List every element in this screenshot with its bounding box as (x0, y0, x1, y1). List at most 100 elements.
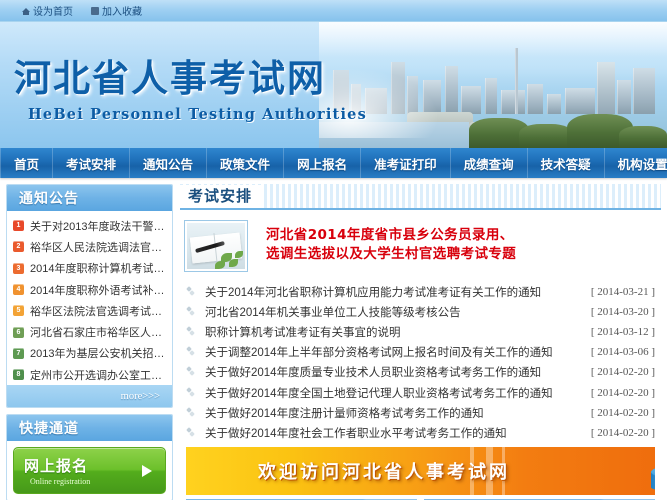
article-title: 关于做好2014年度注册计量师资格考试考务工作的通知 (200, 405, 583, 421)
list-item[interactable]: 7 2013年为基层公安机关招录培养干… (13, 343, 168, 364)
quick-channel-title: 快捷通道 (19, 418, 79, 438)
open-book-photo (184, 220, 248, 272)
notice-rank-badge: 8 (13, 369, 24, 380)
site-title-en: HeBei Personnel Testing Authorities (14, 106, 367, 123)
notice-rank-badge: 4 (13, 284, 24, 295)
main-content: 通知公告 1 关于对2013年度政法干警招录培养… 2 裕华区人民法院选调法官公… (0, 178, 667, 500)
notice-rank-badge: 1 (13, 220, 24, 231)
article-title: 关于做好2014年度全国土地登记代理人职业资格考试考务工作的通知 (200, 385, 583, 401)
quick-channel-header: 快捷通道 (7, 415, 172, 441)
notice-title: 2014年度职称外语考试补报名 (30, 282, 168, 298)
nav-item-policy[interactable]: 政策文件 (207, 148, 284, 178)
article-date: [ 2014-02-20 ] (583, 427, 659, 439)
nav-item-score-query[interactable]: 成绩查询 (451, 148, 528, 178)
article-date: [ 2014-03-20 ] (583, 306, 659, 318)
table-row[interactable]: 关于做好2014年度注册计量师资格考试考务工作的通知 [ 2014-02-20 … (184, 403, 659, 423)
article-date: [ 2014-03-21 ] (583, 286, 659, 298)
main-nav: 首页 考试安排 通知公告 政策文件 网上报名 准考证打印 成绩查询 技术答疑 机… (0, 148, 667, 178)
exam-article-list: 关于2014年河北省职称计算机应用能力考试准考证有关工作的通知 [ 2014-0… (180, 280, 661, 443)
article-title: 关于做好2014年度社会工作者职业水平考试考务工作的通知 (200, 425, 583, 441)
top-utility-bar: 设为首页 加入收藏 (0, 0, 667, 22)
notice-title: 2014年度职称计算机考试补报名 (30, 260, 168, 276)
quick-channel-panel: 快捷通道 网上报名 Online registration (6, 414, 173, 500)
site-title-cn: 河北省人事考试网 (14, 48, 367, 102)
nav-item-tech-support[interactable]: 技术答疑 (528, 148, 605, 178)
list-item[interactable]: 1 关于对2013年度政法干警招录培养… (13, 215, 168, 236)
add-favorite-label: 加入收藏 (102, 3, 142, 18)
right-column: 考试安排 河北省2014年度省市县乡公务员录用、 (180, 184, 661, 500)
table-row[interactable]: 关于做好2014年度全国土地登记代理人职业资格考试考务工作的通知 [ 2014-… (184, 382, 659, 402)
set-homepage-link[interactable]: 设为首页 (22, 3, 73, 18)
site-banner: 河北省人事考试网 HeBei Personnel Testing Authori… (0, 22, 667, 148)
arrow-right-icon (142, 465, 152, 477)
online-registration-button[interactable]: 网上报名 Online registration (13, 447, 166, 494)
add-favorite-link[interactable]: 加入收藏 (91, 3, 142, 18)
exam-panel-header: 考试安排 (180, 184, 661, 210)
table-row[interactable]: 河北省2014年机关事业单位工人技能等级考核公告 [ 2014-03-20 ] (184, 302, 659, 322)
cityscape-photo (319, 22, 667, 148)
notice-rank-badge: 7 (13, 348, 24, 359)
notice-title: 2013年为基层公安机关招录培养干… (30, 345, 168, 361)
article-date: [ 2014-02-20 ] (583, 366, 659, 378)
article-title: 职称计算机考试准考证有关事宜的说明 (200, 324, 583, 340)
home-icon (22, 7, 30, 15)
table-row[interactable]: 职称计算机考试准考证有关事宜的说明 [ 2014-03-12 ] (184, 322, 659, 342)
table-row[interactable]: 关于做好2014年度社会工作者职业水平考试考务工作的通知 [ 2014-02-2… (184, 423, 659, 443)
nav-item-home[interactable]: 首页 (0, 148, 53, 178)
bullet-diamond-icon (184, 407, 200, 419)
page-root: 设为首页 加入收藏 (0, 0, 667, 500)
notice-rank-badge: 3 (13, 263, 24, 274)
table-row[interactable]: 关于做好2014年度质量专业技术人员职业资格考试考务工作的通知 [ 2014-0… (184, 362, 659, 382)
bullet-diamond-icon (184, 366, 200, 378)
bullet-diamond-icon (184, 326, 200, 338)
notice-rank-badge: 6 (13, 327, 24, 338)
notice-title: 定州市公开选调办公室工作人员领… (30, 367, 168, 383)
set-homepage-label: 设为首页 (33, 3, 73, 18)
feature-title-line2: 选调生选拔以及大学生村官选聘考试专题 (266, 245, 516, 264)
nav-item-admission-ticket-print[interactable]: 准考证打印 (361, 148, 451, 178)
bullet-diamond-icon (184, 286, 200, 298)
list-item[interactable]: 6 河北省石家庄市裕华区人民法院选… (13, 321, 168, 342)
article-date: [ 2014-03-06 ] (583, 346, 659, 358)
table-row[interactable]: 关于2014年河北省职称计算机应用能力考试准考证有关工作的通知 [ 2014-0… (184, 282, 659, 302)
online-registration-label-en: Online registration (24, 477, 165, 486)
star-icon (91, 7, 99, 15)
nav-item-exam-schedule[interactable]: 考试安排 (53, 148, 130, 178)
article-title: 关于调整2014年上半年部分资格考试网上报名时间及有关工作的通知 (200, 344, 583, 360)
list-item[interactable]: 5 裕华区法院法官选调考试面试成绩 (13, 300, 168, 321)
table-row[interactable]: 关于调整2014年上半年部分资格考试网上报名时间及有关工作的通知 [ 2014-… (184, 342, 659, 362)
bullet-diamond-icon (184, 427, 200, 439)
list-item[interactable]: 4 2014年度职称外语考试补报名 (13, 279, 168, 300)
feature-title-line1: 河北省2014年度省市县乡公务员录用、 (266, 226, 516, 245)
feature-article[interactable]: 河北省2014年度省市县乡公务员录用、 选调生选拔以及大学生村官选聘考试专题 (180, 210, 661, 280)
bullet-diamond-icon (184, 346, 200, 358)
article-date: [ 2014-02-20 ] (583, 407, 659, 419)
nav-item-notices[interactable]: 通知公告 (130, 148, 207, 178)
bullet-diamond-icon (184, 387, 200, 399)
feature-article-title[interactable]: 河北省2014年度省市县乡公务员录用、 选调生选拔以及大学生村官选聘考试专题 (248, 220, 516, 264)
article-date: [ 2014-03-12 ] (583, 326, 659, 338)
notice-more-link[interactable]: more>>> (121, 391, 160, 402)
article-title: 河北省2014年机关事业单位工人技能等级考核公告 (200, 304, 583, 320)
list-item[interactable]: 3 2014年度职称计算机考试补报名 (13, 258, 168, 279)
article-title: 关于做好2014年度质量专业技术人员职业资格考试考务工作的通知 (200, 364, 583, 380)
bottom-panel-row: 成绩发布 技术答疑 (180, 495, 661, 500)
nav-item-online-registration[interactable]: 网上报名 (284, 148, 361, 178)
list-item[interactable]: 8 定州市公开选调办公室工作人员领… (13, 364, 168, 385)
article-date: [ 2014-02-20 ] (583, 387, 659, 399)
notice-rank-badge: 2 (13, 241, 24, 252)
list-item[interactable]: 2 裕华区人民法院选调法官公示 (13, 236, 168, 257)
notice-panel-header: 通知公告 (7, 185, 172, 211)
notice-panel: 通知公告 1 关于对2013年度政法干警招录培养… 2 裕华区人民法院选调法官公… (6, 184, 173, 408)
article-title: 关于2014年河北省职称计算机应用能力考试准考证有关工作的通知 (200, 284, 583, 300)
notice-rank-badge: 5 (13, 305, 24, 316)
welcome-banner-text: 欢迎访问河北省人事考试网 (258, 458, 510, 484)
left-column: 通知公告 1 关于对2013年度政法干警招录培养… 2 裕华区人民法院选调法官公… (6, 184, 173, 500)
nav-item-organization[interactable]: 机构设置 (605, 148, 667, 178)
notice-more-bar: more>>> (7, 385, 172, 407)
bullet-diamond-icon (184, 306, 200, 318)
notice-title: 关于对2013年度政法干警招录培养… (30, 218, 168, 234)
welcome-banner[interactable]: 欢迎访问河北省人事考试网 (186, 447, 655, 495)
banner-title-block: 河北省人事考试网 HeBei Personnel Testing Authori… (14, 48, 367, 123)
notice-title: 裕华区人民法院选调法官公示 (30, 239, 168, 255)
